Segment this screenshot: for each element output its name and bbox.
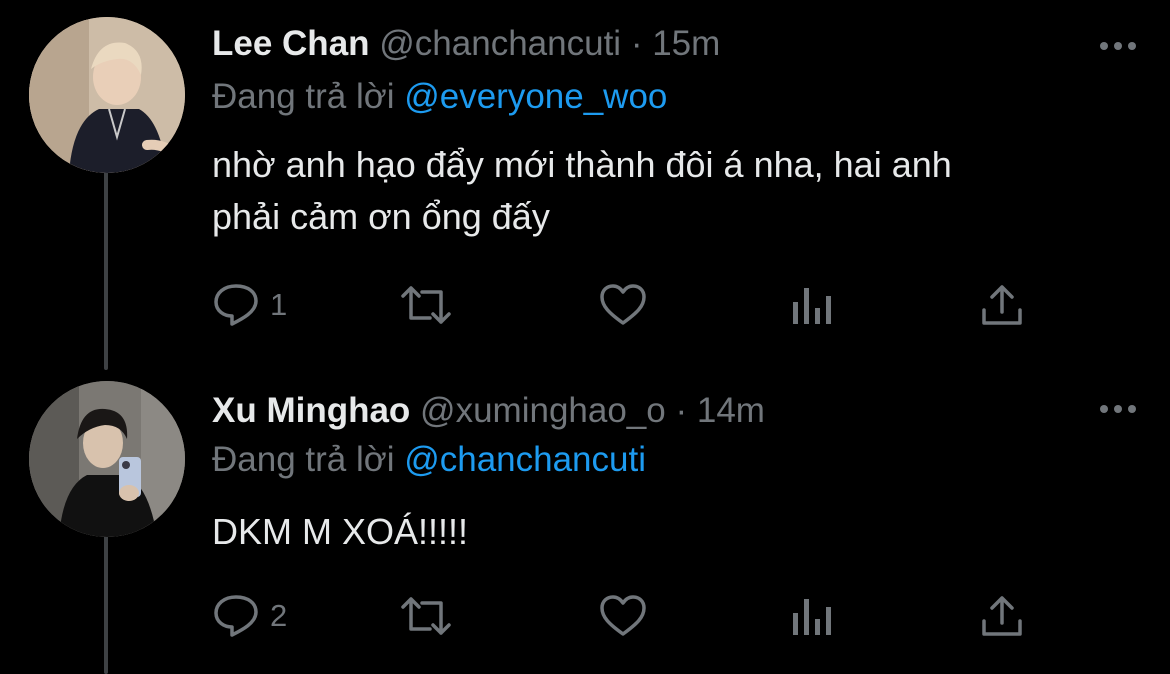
avatar[interactable] <box>29 381 185 537</box>
share-icon <box>982 285 1022 325</box>
views-icon <box>793 288 831 324</box>
replying-to-line: Đang trả lời @chanchancuti <box>212 438 646 482</box>
views-button[interactable] <box>790 280 834 330</box>
retweet-icon <box>401 597 451 635</box>
more-icon <box>1100 42 1136 50</box>
views-icon <box>793 599 831 635</box>
like-icon <box>600 284 646 325</box>
author-handle[interactable]: @xuminghao_o <box>420 391 666 430</box>
share-button[interactable] <box>980 591 1024 641</box>
reply-button[interactable]: 1 <box>212 280 287 330</box>
replying-to-label: Đang trả lời <box>212 440 395 479</box>
timestamp[interactable]: 15m <box>652 24 720 63</box>
tweet-text: DKM M XOÁ!!!!! <box>212 506 1132 558</box>
author-handle[interactable]: @chanchancuti <box>379 24 621 63</box>
more-options-button[interactable] <box>1096 28 1140 64</box>
like-button[interactable] <box>598 591 648 641</box>
reply-count: 2 <box>270 598 288 633</box>
views-button[interactable] <box>790 591 834 641</box>
tweet-header: Xu Minghao @xuminghao_o · 14m <box>212 389 1110 433</box>
tweet-text-line: DKM M XOÁ!!!!! <box>212 511 469 552</box>
reply-icon <box>214 595 258 637</box>
more-options-button[interactable] <box>1096 391 1140 427</box>
replying-to-mention[interactable]: @chanchancuti <box>404 440 646 479</box>
replying-to-label: Đang trả lời <box>212 77 395 116</box>
author-name[interactable]: Xu Minghao <box>212 391 410 430</box>
separator-dot: · <box>630 24 643 63</box>
timestamp[interactable]: 14m <box>697 391 765 430</box>
tweet[interactable]: Lee Chan @chanchancuti · 15m Đang trả lờ… <box>0 0 1170 369</box>
like-icon <box>600 595 646 636</box>
tweet-actions: 2 <box>212 591 1042 641</box>
tweet-actions: 1 <box>212 280 1042 330</box>
replying-to-mention[interactable]: @everyone_woo <box>404 77 667 116</box>
tweet-text-line: phải cảm ơn ổng đấy <box>212 196 550 237</box>
replying-to-line: Đang trả lời @everyone_woo <box>212 75 667 119</box>
tweet-text-line: nhờ anh hạo đẩy mới thành đôi á nha, hai… <box>212 144 952 185</box>
avatar-photo <box>29 381 185 537</box>
avatar[interactable] <box>29 17 185 173</box>
retweet-button[interactable] <box>398 280 454 330</box>
avatar-photo <box>29 17 185 173</box>
retweet-icon <box>401 286 451 324</box>
share-icon <box>982 596 1022 636</box>
reply-count: 1 <box>270 287 288 322</box>
more-icon <box>1100 405 1136 413</box>
tweet[interactable]: Xu Minghao @xuminghao_o · 14m Đang trả l… <box>0 369 1170 669</box>
separator-dot: · <box>675 391 688 430</box>
retweet-button[interactable] <box>398 591 454 641</box>
author-name[interactable]: Lee Chan <box>212 24 370 63</box>
reply-button[interactable]: 2 <box>212 591 287 641</box>
share-button[interactable] <box>980 280 1024 330</box>
tweet-text: nhờ anh hạo đẩy mới thành đôi á nha, hai… <box>212 139 1132 243</box>
like-button[interactable] <box>598 280 648 330</box>
reply-icon <box>214 284 258 326</box>
tweet-header: Lee Chan @chanchancuti · 15m <box>212 22 1110 66</box>
